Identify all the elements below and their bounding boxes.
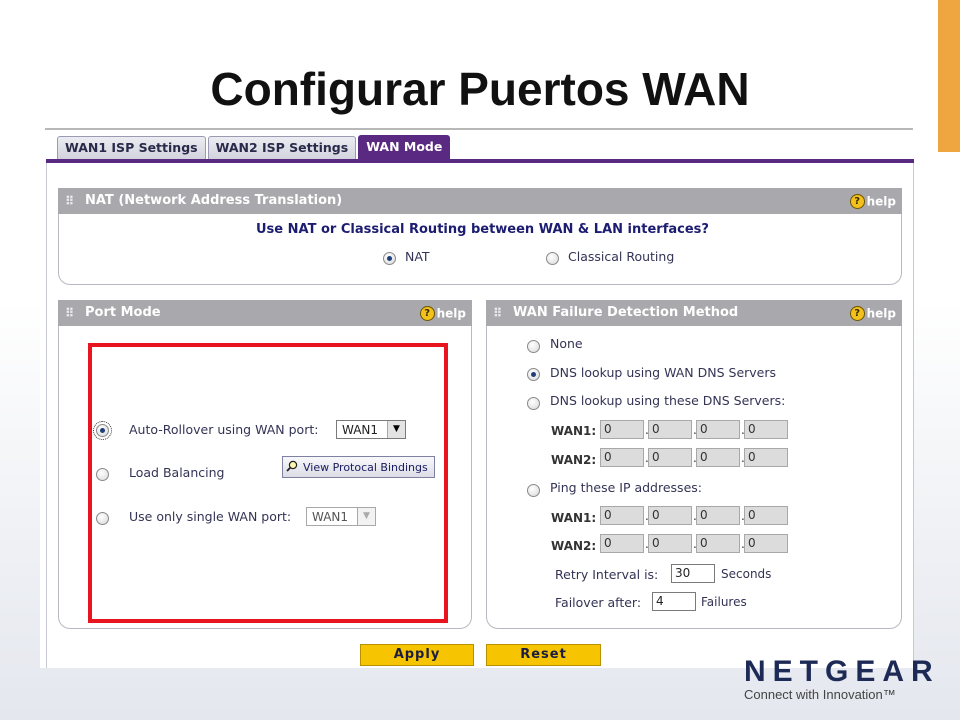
grip-icon: ⠿ bbox=[65, 194, 74, 208]
dns-wan2-octet-3[interactable]: 0 bbox=[696, 448, 740, 467]
ping-wan1-octet-4[interactable]: 0 bbox=[744, 506, 788, 525]
none-radio[interactable] bbox=[527, 340, 540, 353]
title-divider bbox=[45, 128, 913, 130]
failover-label: Failover after: bbox=[555, 595, 642, 610]
slide-title: Configurar Puertos WAN bbox=[210, 63, 750, 115]
ping-addresses-label: Ping these IP addresses: bbox=[550, 480, 702, 495]
help-icon: ? bbox=[849, 194, 865, 209]
dns-wan1-label: WAN1: bbox=[551, 424, 597, 438]
classical-routing-label: Classical Routing bbox=[568, 249, 675, 264]
ping-wan2-octet-1[interactable]: 0 bbox=[600, 534, 644, 553]
netgear-logo: NETGEAR Connect with Innovation™ bbox=[740, 655, 940, 715]
failure-detection-body: None DNS lookup using WAN DNS Servers DN… bbox=[486, 326, 902, 629]
port-mode-header: ⠿ Port Mode ? help bbox=[58, 300, 472, 326]
none-label: None bbox=[550, 336, 583, 351]
retry-interval-input[interactable]: 30 bbox=[671, 564, 715, 583]
failure-detection-help-link[interactable]: ? help bbox=[849, 300, 896, 327]
nat-section-title: NAT (Network Address Translation) bbox=[85, 193, 343, 208]
dns-wan2-octet-4[interactable]: 0 bbox=[744, 448, 788, 467]
tab-wan-mode[interactable]: WAN Mode bbox=[358, 135, 451, 160]
reset-button[interactable]: Reset bbox=[486, 644, 601, 666]
ping-wan1-octet-2[interactable]: 0 bbox=[648, 506, 692, 525]
ping-wan2-label: WAN2: bbox=[551, 539, 597, 553]
nat-radio[interactable] bbox=[383, 252, 396, 265]
logo-wordmark: NETGEAR bbox=[744, 655, 940, 688]
tab-wan2-isp-settings[interactable]: WAN2 ISP Settings bbox=[207, 136, 357, 159]
logo-tagline: Connect with Innovation™ bbox=[744, 687, 896, 702]
ping-wan1-octet-3[interactable]: 0 bbox=[696, 506, 740, 525]
tab-wan1-isp-settings[interactable]: WAN1 ISP Settings bbox=[57, 136, 206, 159]
apply-button[interactable]: Apply bbox=[360, 644, 474, 666]
failover-input[interactable]: 4 bbox=[652, 592, 696, 611]
classical-routing-radio[interactable] bbox=[546, 252, 559, 265]
dns-wan1-octet-3[interactable]: 0 bbox=[696, 420, 740, 439]
dns-wan1-octet-1[interactable]: 0 bbox=[600, 420, 644, 439]
nat-label: NAT bbox=[405, 249, 430, 264]
failover-unit: Failures bbox=[701, 595, 747, 609]
dns-wan-servers-label: DNS lookup using WAN DNS Servers bbox=[550, 365, 777, 380]
dns-wan2-octet-1[interactable]: 0 bbox=[600, 448, 644, 467]
dns-wan2-label: WAN2: bbox=[551, 453, 597, 467]
retry-interval-unit: Seconds bbox=[721, 567, 772, 581]
failure-detection-title: WAN Failure Detection Method bbox=[513, 305, 739, 320]
nat-question: Use NAT or Classical Routing between WAN… bbox=[256, 222, 709, 237]
highlight-box bbox=[88, 343, 448, 623]
dns-custom-servers-radio[interactable] bbox=[527, 397, 540, 410]
failure-detection-header: ⠿ WAN Failure Detection Method ? help bbox=[486, 300, 902, 326]
dns-wan1-octet-4[interactable]: 0 bbox=[744, 420, 788, 439]
retry-interval-label: Retry Interval is: bbox=[555, 567, 659, 582]
ping-wan2-octet-3[interactable]: 0 bbox=[696, 534, 740, 553]
grip-icon: ⠿ bbox=[65, 306, 74, 320]
dns-wan2-octet-2[interactable]: 0 bbox=[648, 448, 692, 467]
help-icon: ? bbox=[849, 306, 865, 321]
ping-wan1-label: WAN1: bbox=[551, 511, 597, 525]
tab-bar: WAN1 ISP Settings WAN2 ISP Settings WAN … bbox=[57, 135, 452, 160]
grip-icon: ⠿ bbox=[493, 306, 502, 320]
port-mode-title: Port Mode bbox=[85, 305, 161, 320]
help-icon: ? bbox=[419, 306, 435, 321]
dns-custom-servers-label: DNS lookup using these DNS Servers: bbox=[550, 393, 786, 408]
nat-section-header: ⠿ NAT (Network Address Translation) ? hel… bbox=[58, 188, 902, 214]
ping-wan1-octet-1[interactable]: 0 bbox=[600, 506, 644, 525]
port-mode-help-link[interactable]: ? help bbox=[419, 300, 466, 327]
dns-wan1-octet-2[interactable]: 0 bbox=[648, 420, 692, 439]
nat-section-body: Use NAT or Classical Routing between WAN… bbox=[58, 214, 902, 285]
ping-addresses-radio[interactable] bbox=[527, 484, 540, 497]
ping-wan2-octet-2[interactable]: 0 bbox=[648, 534, 692, 553]
dns-wan-servers-radio[interactable] bbox=[527, 368, 540, 381]
ping-wan2-octet-4[interactable]: 0 bbox=[744, 534, 788, 553]
nat-help-link[interactable]: ? help bbox=[849, 188, 896, 215]
